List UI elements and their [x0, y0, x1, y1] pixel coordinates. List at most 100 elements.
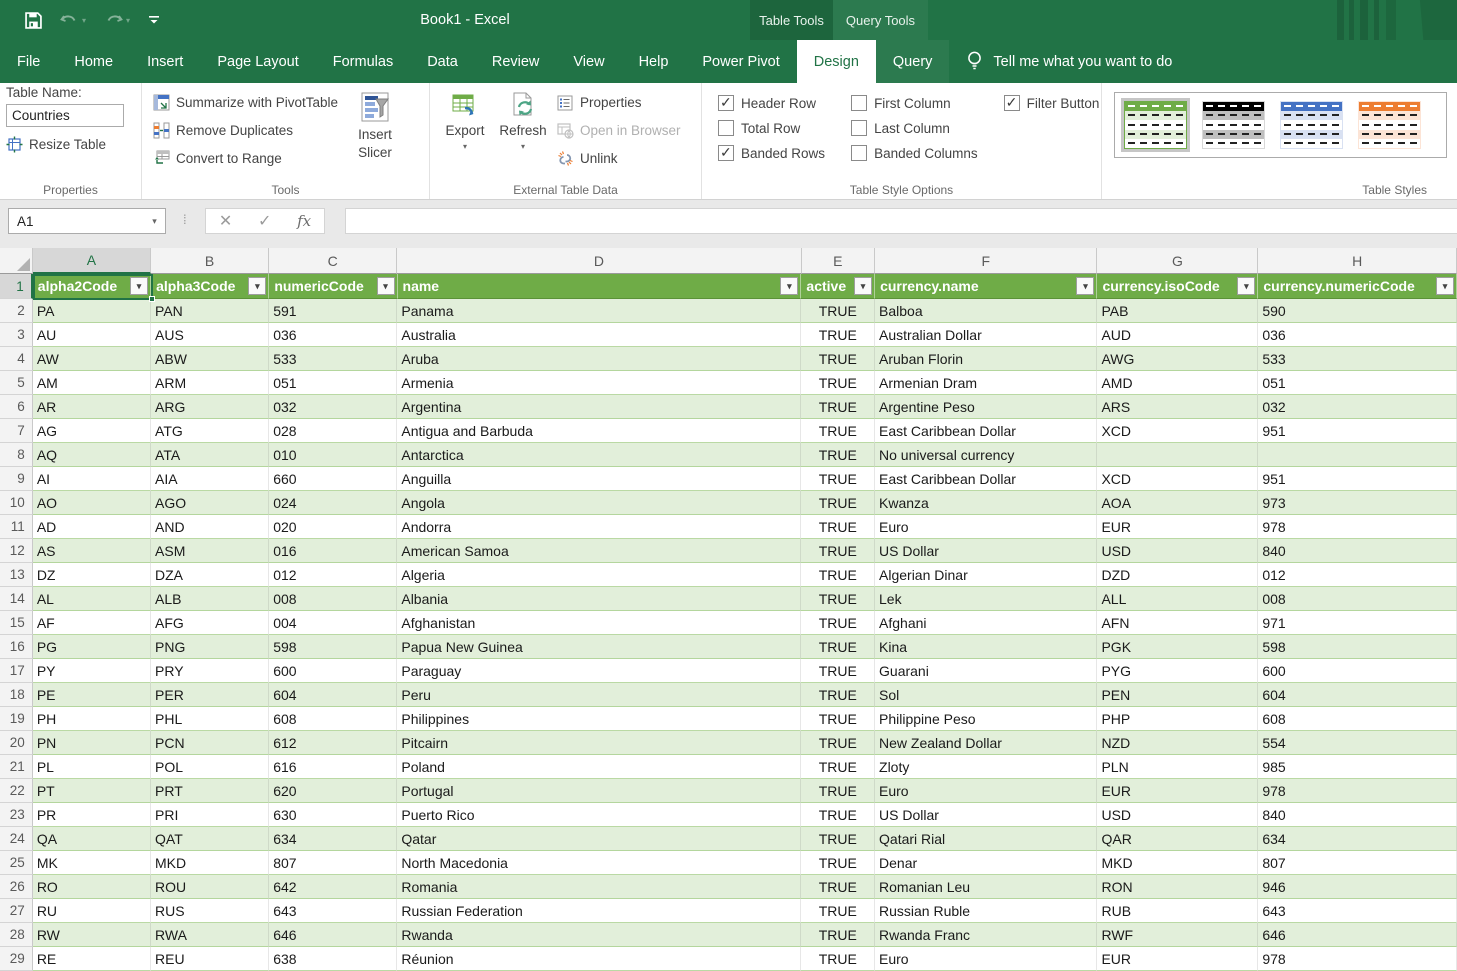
cell-A21[interactable]: PL	[33, 755, 151, 779]
row-header-11[interactable]: 11	[0, 515, 33, 539]
tab-query[interactable]: Query	[876, 40, 950, 83]
cell-A12[interactable]: AS	[33, 539, 151, 563]
checkbox-box[interactable]	[851, 145, 867, 161]
cell-H19[interactable]: 608	[1258, 707, 1457, 731]
cell-G6[interactable]: ARS	[1097, 395, 1258, 419]
cell-D16[interactable]: Papua New Guinea	[397, 635, 801, 659]
row-header-15[interactable]: 15	[0, 611, 33, 635]
cell-A24[interactable]: QA	[33, 827, 151, 851]
cell-A17[interactable]: PY	[33, 659, 151, 683]
column-header-G[interactable]: G	[1097, 248, 1258, 274]
cell-C25[interactable]: 807	[269, 851, 397, 875]
insert-function-icon[interactable]: fx	[297, 212, 311, 230]
cell-D28[interactable]: Rwanda	[397, 923, 801, 947]
cell-C9[interactable]: 660	[269, 467, 397, 491]
cell-E27[interactable]: TRUE	[801, 899, 875, 923]
row-header-29[interactable]: 29	[0, 947, 33, 971]
checkbox-banded-rows[interactable]: Banded Rows	[718, 144, 825, 162]
cell-H3[interactable]: 036	[1258, 323, 1457, 347]
cell-C7[interactable]: 028	[269, 419, 397, 443]
unlink-button[interactable]: Unlink	[552, 146, 685, 171]
cell-C24[interactable]: 634	[269, 827, 397, 851]
cell-G4[interactable]: AWG	[1097, 347, 1258, 371]
table-header-cell-currency.isoCode[interactable]: currency.isoCode▾	[1097, 274, 1258, 299]
cell-A15[interactable]: AF	[33, 611, 151, 635]
cell-E10[interactable]: TRUE	[801, 491, 875, 515]
cell-G17[interactable]: PYG	[1097, 659, 1258, 683]
cell-E3[interactable]: TRUE	[801, 323, 875, 347]
cell-F5[interactable]: Armenian Dram	[875, 371, 1097, 395]
cell-E7[interactable]: TRUE	[801, 419, 875, 443]
cell-A25[interactable]: MK	[33, 851, 151, 875]
cell-E4[interactable]: TRUE	[801, 347, 875, 371]
cell-F28[interactable]: Rwanda Franc	[875, 923, 1097, 947]
row-header-12[interactable]: 12	[0, 539, 33, 563]
cell-D15[interactable]: Afghanistan	[397, 611, 801, 635]
filter-dropdown-icon[interactable]: ▾	[780, 277, 798, 295]
filter-dropdown-icon[interactable]: ▾	[248, 277, 266, 295]
filter-dropdown-icon[interactable]: ▾	[1076, 277, 1094, 295]
cell-E9[interactable]: TRUE	[801, 467, 875, 491]
cell-C16[interactable]: 598	[269, 635, 397, 659]
cell-C27[interactable]: 643	[269, 899, 397, 923]
checkbox-banded-columns[interactable]: Banded Columns	[851, 144, 978, 162]
cell-H28[interactable]: 646	[1258, 923, 1457, 947]
cell-D7[interactable]: Antigua and Barbuda	[397, 419, 801, 443]
cell-A2[interactable]: PA	[33, 299, 151, 323]
cell-B27[interactable]: RUS	[151, 899, 269, 923]
cell-F16[interactable]: Kina	[875, 635, 1097, 659]
cell-B5[interactable]: ARM	[151, 371, 269, 395]
cell-C13[interactable]: 012	[269, 563, 397, 587]
cell-H26[interactable]: 946	[1258, 875, 1457, 899]
cell-D25[interactable]: North Macedonia	[397, 851, 801, 875]
cell-B25[interactable]: MKD	[151, 851, 269, 875]
column-header-D[interactable]: D	[397, 248, 801, 274]
cell-E26[interactable]: TRUE	[801, 875, 875, 899]
cell-C21[interactable]: 616	[269, 755, 397, 779]
cell-F12[interactable]: US Dollar	[875, 539, 1097, 563]
cell-E23[interactable]: TRUE	[801, 803, 875, 827]
cell-B3[interactable]: AUS	[151, 323, 269, 347]
cell-D9[interactable]: Anguilla	[397, 467, 801, 491]
tab-data[interactable]: Data	[410, 40, 475, 83]
row-header-4[interactable]: 4	[0, 347, 33, 371]
cell-G26[interactable]: RON	[1097, 875, 1258, 899]
cell-H20[interactable]: 554	[1258, 731, 1457, 755]
row-header-27[interactable]: 27	[0, 899, 33, 923]
cell-E28[interactable]: TRUE	[801, 923, 875, 947]
cell-C2[interactable]: 591	[269, 299, 397, 323]
cell-F26[interactable]: Romanian Leu	[875, 875, 1097, 899]
cell-G7[interactable]: XCD	[1097, 419, 1258, 443]
cell-E11[interactable]: TRUE	[801, 515, 875, 539]
cell-D19[interactable]: Philippines	[397, 707, 801, 731]
cell-C28[interactable]: 646	[269, 923, 397, 947]
cell-G15[interactable]: AFN	[1097, 611, 1258, 635]
table-header-cell-active[interactable]: active▾	[801, 274, 875, 299]
cell-B7[interactable]: ATG	[151, 419, 269, 443]
cell-E15[interactable]: TRUE	[801, 611, 875, 635]
tell-me-box[interactable]: Tell me what you want to do	[949, 40, 1190, 83]
cell-H24[interactable]: 634	[1258, 827, 1457, 851]
cell-E5[interactable]: TRUE	[801, 371, 875, 395]
cell-A16[interactable]: PG	[33, 635, 151, 659]
cell-C22[interactable]: 620	[269, 779, 397, 803]
filter-dropdown-icon[interactable]: ▾	[377, 277, 395, 295]
tab-view[interactable]: View	[556, 40, 621, 83]
tab-review[interactable]: Review	[475, 40, 557, 83]
cell-B2[interactable]: PAN	[151, 299, 269, 323]
cell-F3[interactable]: Australian Dollar	[875, 323, 1097, 347]
column-header-A[interactable]: A	[33, 248, 151, 274]
cell-A18[interactable]: PE	[33, 683, 151, 707]
cell-B19[interactable]: PHL	[151, 707, 269, 731]
cell-B11[interactable]: AND	[151, 515, 269, 539]
tab-home[interactable]: Home	[57, 40, 130, 83]
cell-D24[interactable]: Qatar	[397, 827, 801, 851]
row-header-22[interactable]: 22	[0, 779, 33, 803]
column-header-F[interactable]: F	[875, 248, 1097, 274]
cell-H7[interactable]: 951	[1258, 419, 1457, 443]
cell-A29[interactable]: RE	[33, 947, 151, 971]
cell-B10[interactable]: AGO	[151, 491, 269, 515]
row-header-6[interactable]: 6	[0, 395, 33, 419]
tab-design[interactable]: Design	[797, 40, 876, 83]
cell-C4[interactable]: 533	[269, 347, 397, 371]
